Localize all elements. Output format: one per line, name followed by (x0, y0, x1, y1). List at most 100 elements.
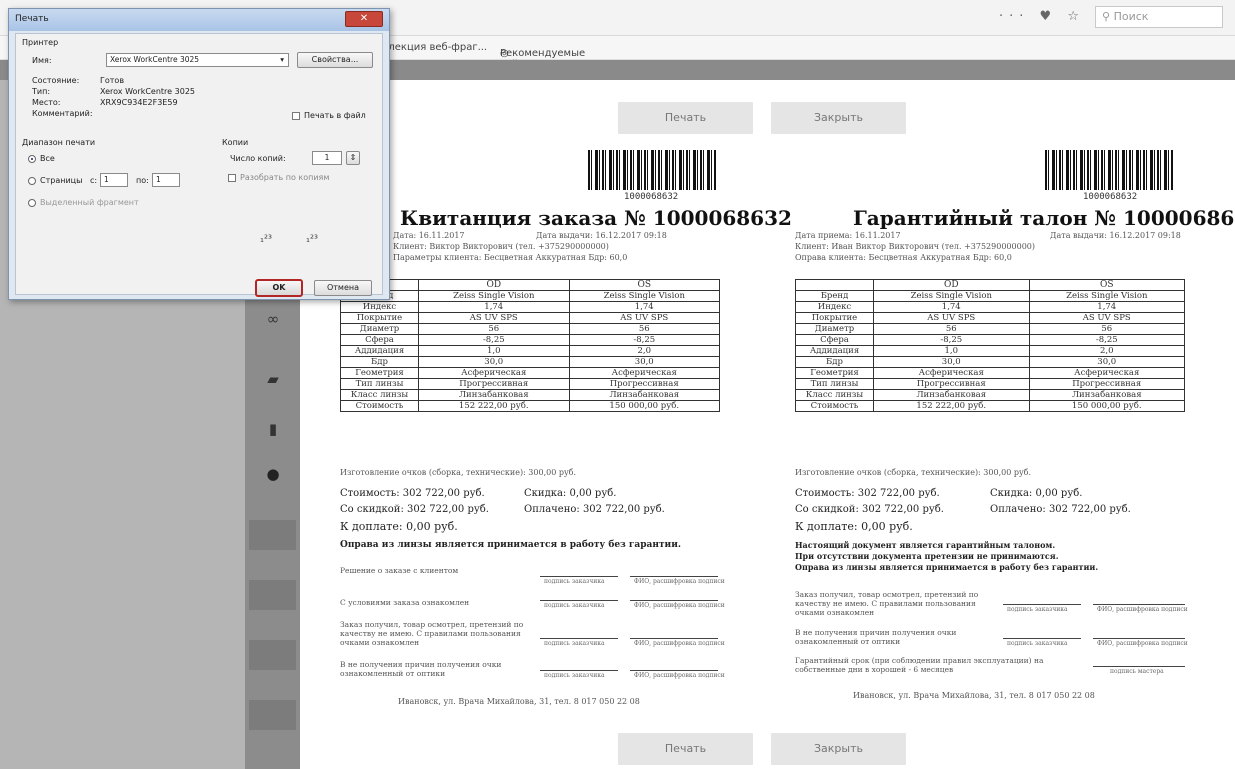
print-button-top[interactable]: Печать (618, 102, 753, 134)
table-cell: 1,74 (873, 301, 1030, 313)
receipt-with-discount: Со скидкой: 302 722,00 руб. (340, 504, 489, 515)
table-row: Класс линзы Линзабанковая Линзабанковая (795, 389, 1185, 401)
table-cell: Асферическая (418, 367, 570, 379)
warranty-paid: Оплачено: 302 722,00 руб. (990, 504, 1131, 515)
range-all-radio[interactable] (28, 155, 36, 163)
close-button-bottom[interactable]: Закрыть (771, 733, 906, 765)
search-input[interactable]: ⚲ Поиск (1095, 6, 1223, 28)
table-cell: 2,0 (568, 345, 720, 357)
to-page-input[interactable]: 1 (152, 173, 180, 187)
sign-caption: ФИО, расшифровка подписи (1097, 640, 1188, 647)
table-cell: 1,0 (418, 345, 570, 357)
receipt-barcode-number: 1000068632 (624, 192, 679, 202)
range-pages-radio[interactable] (28, 177, 36, 185)
toolbar-icons[interactable]: ··· ♥ ☆ (999, 9, 1085, 24)
table-row: Индекс 1,74 1,74 (795, 301, 1185, 313)
warranty-extra: Изготовление очков (сборка, технические)… (795, 468, 1032, 477)
range-selection-radio[interactable] (28, 199, 36, 207)
comment-label: Комментарий: (32, 109, 93, 118)
warranty-sign-row: Гарантийный срок (при соблюдении правил … (795, 656, 1044, 674)
close-icon[interactable]: ✕ (345, 11, 383, 27)
table-header-row: OD OS (340, 279, 720, 291)
table-row: БрендZeiss Single VisionZeiss Single Vis… (340, 290, 720, 302)
table-cell: 1,74 (418, 301, 570, 313)
signature-line (630, 670, 718, 671)
warranty-meta-date: Дата приема: 16.11.2017 (795, 231, 901, 240)
sign-caption: ФИО, расшифровка подписи (634, 640, 725, 647)
receipt-due: К доплате: 0,00 руб. (340, 520, 458, 533)
table-cell: Прогрессивная (568, 378, 720, 390)
sign-caption: ФИО, расшифровка подписи (634, 672, 725, 679)
row-label: Класс линзы (795, 389, 874, 401)
chart-icon[interactable]: ▮ (263, 420, 283, 440)
table-row: Геометрия Асферическая Асферическая (340, 367, 720, 379)
copies-stepper[interactable]: ⇕ (346, 151, 360, 165)
from-page-input[interactable]: 1 (100, 173, 128, 187)
collate-label: Разобрать по копиям (240, 173, 330, 182)
table-cell: Линзабанковая (1028, 389, 1185, 401)
row-label: Покрытие (340, 312, 419, 324)
table-row: Сфера -8,25 -8,25 (795, 334, 1185, 346)
properties-button[interactable]: Свойства... (297, 52, 373, 68)
status-label: Состояние: (32, 76, 80, 85)
table-row: Тип линзы Прогрессивная Прогрессивная (340, 378, 720, 390)
table-cell: 1,74 (1028, 301, 1185, 313)
print-button-bottom[interactable]: Печать (618, 733, 753, 765)
ok-button[interactable]: OK (255, 279, 303, 297)
cancel-button[interactable]: Отмена (314, 280, 372, 296)
table-cell: 56 (568, 323, 720, 335)
print-to-file-label: Печать в файл (304, 111, 366, 120)
copies-input[interactable]: 1 (312, 151, 342, 165)
warranty-sign-row: В не получения причин получения очки озн… (795, 628, 957, 646)
collate-checkbox[interactable] (228, 174, 236, 182)
row-label: Бдр (795, 356, 874, 368)
signature-line (1003, 604, 1081, 605)
side-nav-item[interactable] (249, 700, 296, 730)
receipt-extra: Изготовление очков (сборка, технические)… (340, 468, 577, 477)
close-button-top[interactable]: Закрыть (771, 102, 906, 134)
table-row: Стоимость 152 222,00 руб. 150 000,00 руб. (795, 400, 1185, 412)
side-nav-item[interactable] (249, 640, 296, 670)
table-header-row: OD OS (795, 279, 1185, 291)
signature-line (630, 638, 718, 639)
row-label: Класс линзы (340, 389, 419, 401)
table-cell: 56 (418, 323, 570, 335)
warranty-due: К доплате: 0,00 руб. (795, 520, 913, 533)
printer-select[interactable]: Xerox WorkCentre 3025 ▾ (106, 53, 289, 67)
printer-name-label: Имя: (32, 56, 52, 65)
row-label: Сфера (340, 334, 419, 346)
warranty-warning: При отсутствии документа претензии не пр… (795, 551, 1059, 561)
signature-line (1093, 666, 1185, 667)
table-cell: Прогрессивная (418, 378, 570, 390)
warranty-total: Стоимость: 302 722,00 руб. (795, 488, 940, 499)
table-row: Бдр 30,0 30,0 (340, 356, 720, 368)
signature-line (540, 600, 618, 601)
receipt-address: Ивановск, ул. Врача Михайлова, 31, тел. … (398, 697, 640, 706)
signature-line (540, 638, 618, 639)
table-row: Диаметр 56 56 (340, 323, 720, 335)
user-icon[interactable]: ● (263, 465, 283, 485)
row-label: Геометрия (795, 367, 874, 379)
from-label: с: (90, 176, 98, 185)
table-cell: 150 000,00 руб. (568, 400, 720, 412)
row-label: Тип линзы (795, 378, 874, 390)
side-nav-item[interactable] (249, 520, 296, 550)
table-header: OS (1028, 279, 1185, 291)
table-cell: Zeiss Single Vision (873, 290, 1030, 302)
copies-label: Число копий: (230, 154, 286, 163)
signature-line (1093, 638, 1185, 639)
folder-icon[interactable]: ▰ (263, 370, 283, 390)
printer-name-value: Xerox WorkCentre 3025 (110, 55, 200, 64)
glasses-icon[interactable]: ∞ (263, 310, 283, 330)
dialog-titlebar[interactable]: Печать ✕ (9, 9, 389, 31)
range-group-label: Диапазон печати (22, 138, 96, 147)
row-label: Диаметр (795, 323, 874, 335)
bookmark-item[interactable]: ллекция веб-фраг... (382, 42, 487, 53)
where-value: XRX9C934E2F3E59 (100, 98, 178, 107)
side-nav-item[interactable] (249, 580, 296, 610)
receipt-meta-issue: Дата выдачи: 16.12.2017 09:18 (536, 231, 667, 240)
print-to-file-checkbox[interactable] (292, 112, 300, 120)
table-cell: -8,25 (568, 334, 720, 346)
row-label: Геометрия (340, 367, 419, 379)
table-row: Покрытие AS UV SPS AS UV SPS (340, 312, 720, 324)
